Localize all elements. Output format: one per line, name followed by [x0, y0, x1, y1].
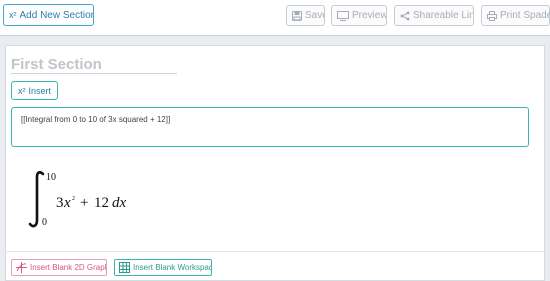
section-divider [6, 251, 544, 252]
insert-blank-2d-graph-button[interactable]: Insert Blank 2D Graph [11, 259, 107, 276]
save-label: Save [305, 10, 324, 21]
insert-label: Insert [28, 85, 51, 96]
rendered-math: 10 0 3 x 2 + 12 dx [6, 168, 206, 230]
integral-upper-limit: 10 [46, 172, 56, 183]
math-differential: dx [112, 195, 127, 211]
math-text-input[interactable]: [[Integral from 0 to 10 of 3x squared + … [11, 107, 529, 147]
grid-icon [119, 262, 130, 273]
monitor-icon [337, 10, 349, 21]
superscript-icon: x² [17, 85, 26, 96]
insert-blank-workspace-button[interactable]: Insert Blank Workspace [114, 259, 212, 276]
math-constant: 12 [94, 195, 109, 211]
print-spade-button[interactable]: Print Spade [481, 5, 550, 26]
math-plus: + [80, 195, 88, 211]
shareable-link-button[interactable]: Shareable Link [394, 5, 474, 26]
share-icon [400, 11, 410, 21]
integral-lower-limit: 0 [42, 217, 47, 228]
crosshair-icon [16, 262, 27, 273]
preview-button[interactable]: Preview [331, 5, 387, 26]
insert-blank-2d-graph-label: Insert Blank 2D Graph [30, 263, 107, 272]
math-variable: x [63, 195, 71, 211]
add-new-section-label: Add New Section [19, 9, 94, 21]
add-new-section-button[interactable]: x² Add New Section [3, 4, 94, 26]
superscript-icon: x² [9, 10, 17, 20]
insert-math-button[interactable]: x² Insert [11, 81, 58, 100]
insert-blank-workspace-label: Insert Blank Workspace [133, 263, 212, 272]
printer-icon [487, 10, 497, 21]
save-button[interactable]: Save [286, 5, 325, 26]
top-toolbar: x² Add New Section Save Preview Shareabl… [0, 0, 550, 36]
section-title[interactable]: First Section [11, 56, 177, 74]
math-coefficient: 3 [56, 195, 64, 211]
print-spade-label: Print Spade [500, 10, 550, 21]
math-exponent: 2 [72, 196, 75, 202]
section-card: First Section x² Insert [[Integral from … [5, 45, 545, 281]
floppy-disk-icon [292, 10, 302, 21]
shareable-link-label: Shareable Link [413, 10, 474, 21]
preview-label: Preview [352, 10, 387, 21]
